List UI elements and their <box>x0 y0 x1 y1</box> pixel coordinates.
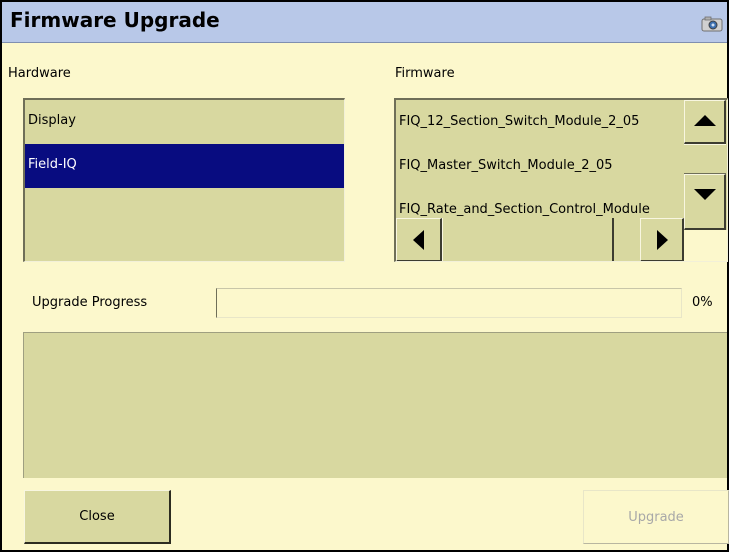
upgrade-log-panel <box>23 332 727 478</box>
camera-icon[interactable] <box>701 16 723 32</box>
progress-percent: 0% <box>692 295 713 310</box>
arrow-down-icon <box>694 189 716 200</box>
hardware-item-display[interactable]: Display <box>25 100 344 144</box>
horizontal-scrollbar[interactable] <box>614 218 640 261</box>
upgrade-progress-bar <box>216 288 682 318</box>
close-button[interactable]: Close <box>24 490 171 544</box>
scroll-right-button[interactable] <box>640 218 684 261</box>
firmware-list[interactable]: FIQ_12_Section_Switch_Module_2_05 FIQ_Ma… <box>394 98 728 262</box>
firmware-upgrade-window: Firmware Upgrade Hardware Firmware Displ… <box>0 0 729 552</box>
title-bar: Firmware Upgrade <box>2 2 727 43</box>
hardware-label: Hardware <box>8 66 71 81</box>
vertical-scroll-thumb[interactable] <box>684 144 726 174</box>
scroll-left-button[interactable] <box>396 218 442 261</box>
scroll-up-button[interactable] <box>684 100 726 144</box>
arrow-up-icon <box>694 115 716 126</box>
hardware-item-field-iq[interactable]: Field-IQ <box>25 144 344 188</box>
upgrade-button[interactable]: Upgrade <box>583 490 729 544</box>
arrow-right-icon <box>657 230 668 250</box>
hardware-list[interactable]: Display Field-IQ <box>23 98 345 262</box>
horizontal-scroll-thumb[interactable] <box>442 218 614 261</box>
arrow-left-icon <box>413 230 424 250</box>
scroll-down-button[interactable] <box>684 174 726 230</box>
upgrade-progress-label: Upgrade Progress <box>32 295 148 310</box>
window-title: Firmware Upgrade <box>10 8 220 32</box>
firmware-label: Firmware <box>395 66 455 81</box>
scrollbar-corner <box>684 230 727 261</box>
firmware-item[interactable]: FIQ_12_Section_Switch_Module_2_05 <box>396 100 684 144</box>
firmware-items: FIQ_12_Section_Switch_Module_2_05 FIQ_Ma… <box>396 100 684 230</box>
firmware-item[interactable]: FIQ_Master_Switch_Module_2_05 <box>396 144 684 188</box>
